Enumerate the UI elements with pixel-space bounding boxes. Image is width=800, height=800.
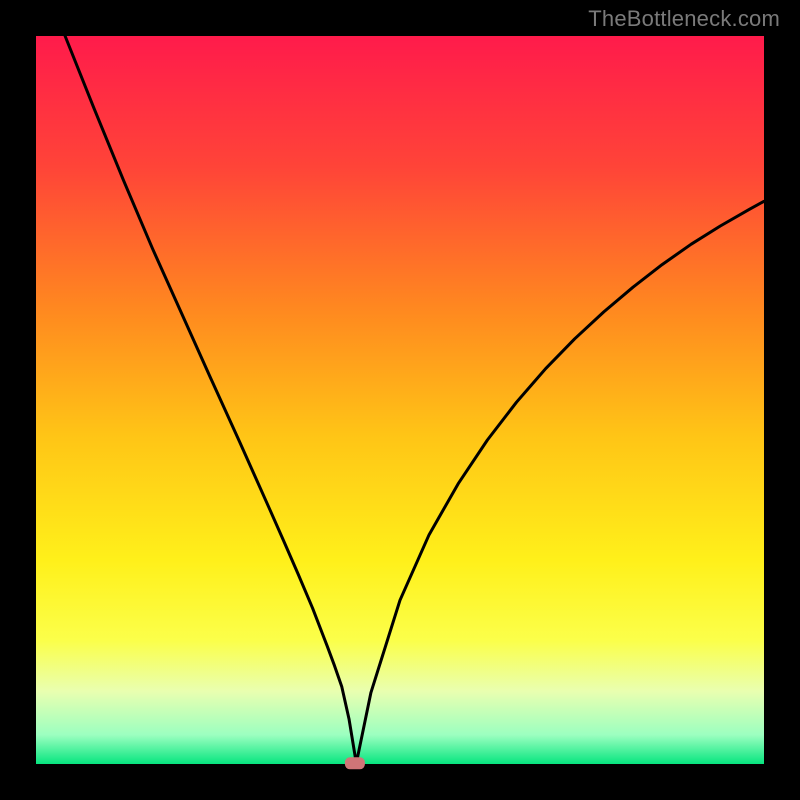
minimum-marker — [345, 757, 365, 769]
chart-container: TheBottleneck.com — [0, 0, 800, 800]
watermark-text: TheBottleneck.com — [588, 6, 780, 32]
plot-background — [36, 36, 764, 764]
bottleneck-chart — [0, 0, 800, 800]
